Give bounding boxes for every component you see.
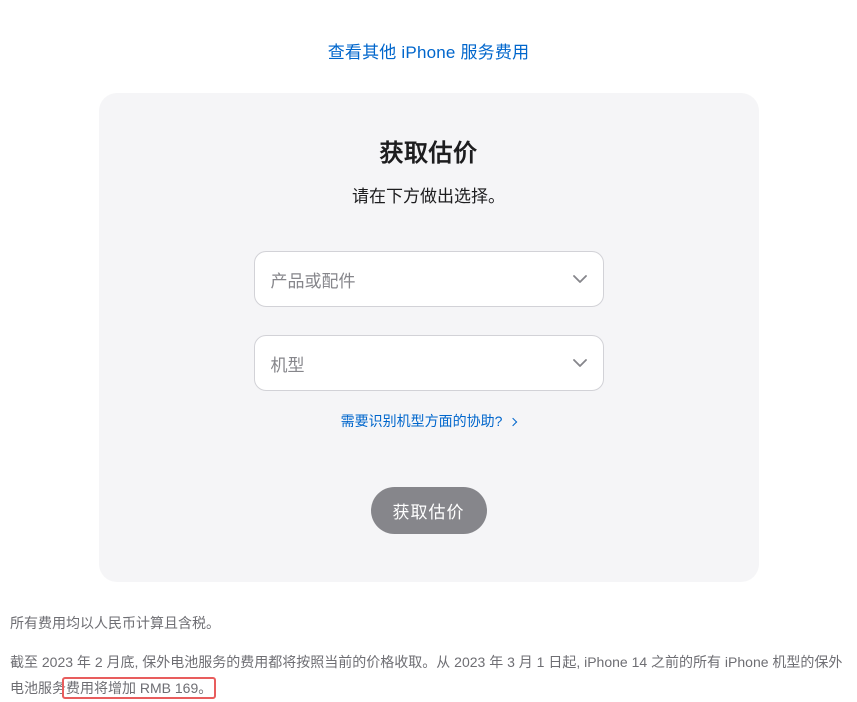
- footnotes: 所有费用均以人民币计算且含税。 截至 2023 年 2 月底, 保外电池服务的费…: [10, 582, 847, 702]
- chevron-right-icon: [509, 418, 517, 426]
- chevron-down-icon: [573, 275, 587, 283]
- view-other-fees-link[interactable]: 查看其他 iPhone 服务费用: [328, 43, 530, 62]
- footnote-tax: 所有费用均以人民币计算且含税。: [10, 610, 847, 637]
- footnote-price-change-highlight: 费用将增加 RMB 169。: [66, 680, 212, 696]
- product-select-placeholder: 产品或配件: [271, 267, 356, 292]
- product-select[interactable]: 产品或配件: [254, 251, 604, 307]
- identify-model-help-link[interactable]: 需要识别机型方面的协助?: [341, 413, 517, 429]
- get-estimate-button[interactable]: 获取估价: [371, 487, 487, 534]
- chevron-down-icon: [573, 359, 587, 367]
- help-link-label: 需要识别机型方面的协助?: [341, 413, 503, 429]
- model-select-wrap: 机型: [254, 335, 604, 391]
- footnote-price-change: 截至 2023 年 2 月底, 保外电池服务的费用都将按照当前的价格收取。从 2…: [10, 649, 847, 702]
- model-select-placeholder: 机型: [271, 351, 305, 376]
- card-title: 获取估价: [147, 133, 711, 168]
- button-wrap: 获取估价: [147, 487, 711, 534]
- help-link-wrap: 需要识别机型方面的协助?: [147, 411, 711, 431]
- view-other-fees-link-wrap: 查看其他 iPhone 服务费用: [10, 0, 847, 93]
- card-subtitle: 请在下方做出选择。: [147, 182, 711, 207]
- model-select[interactable]: 机型: [254, 335, 604, 391]
- product-select-wrap: 产品或配件: [254, 251, 604, 307]
- estimate-card: 获取估价 请在下方做出选择。 产品或配件 机型 需要识别机型方面的协助?: [99, 93, 759, 582]
